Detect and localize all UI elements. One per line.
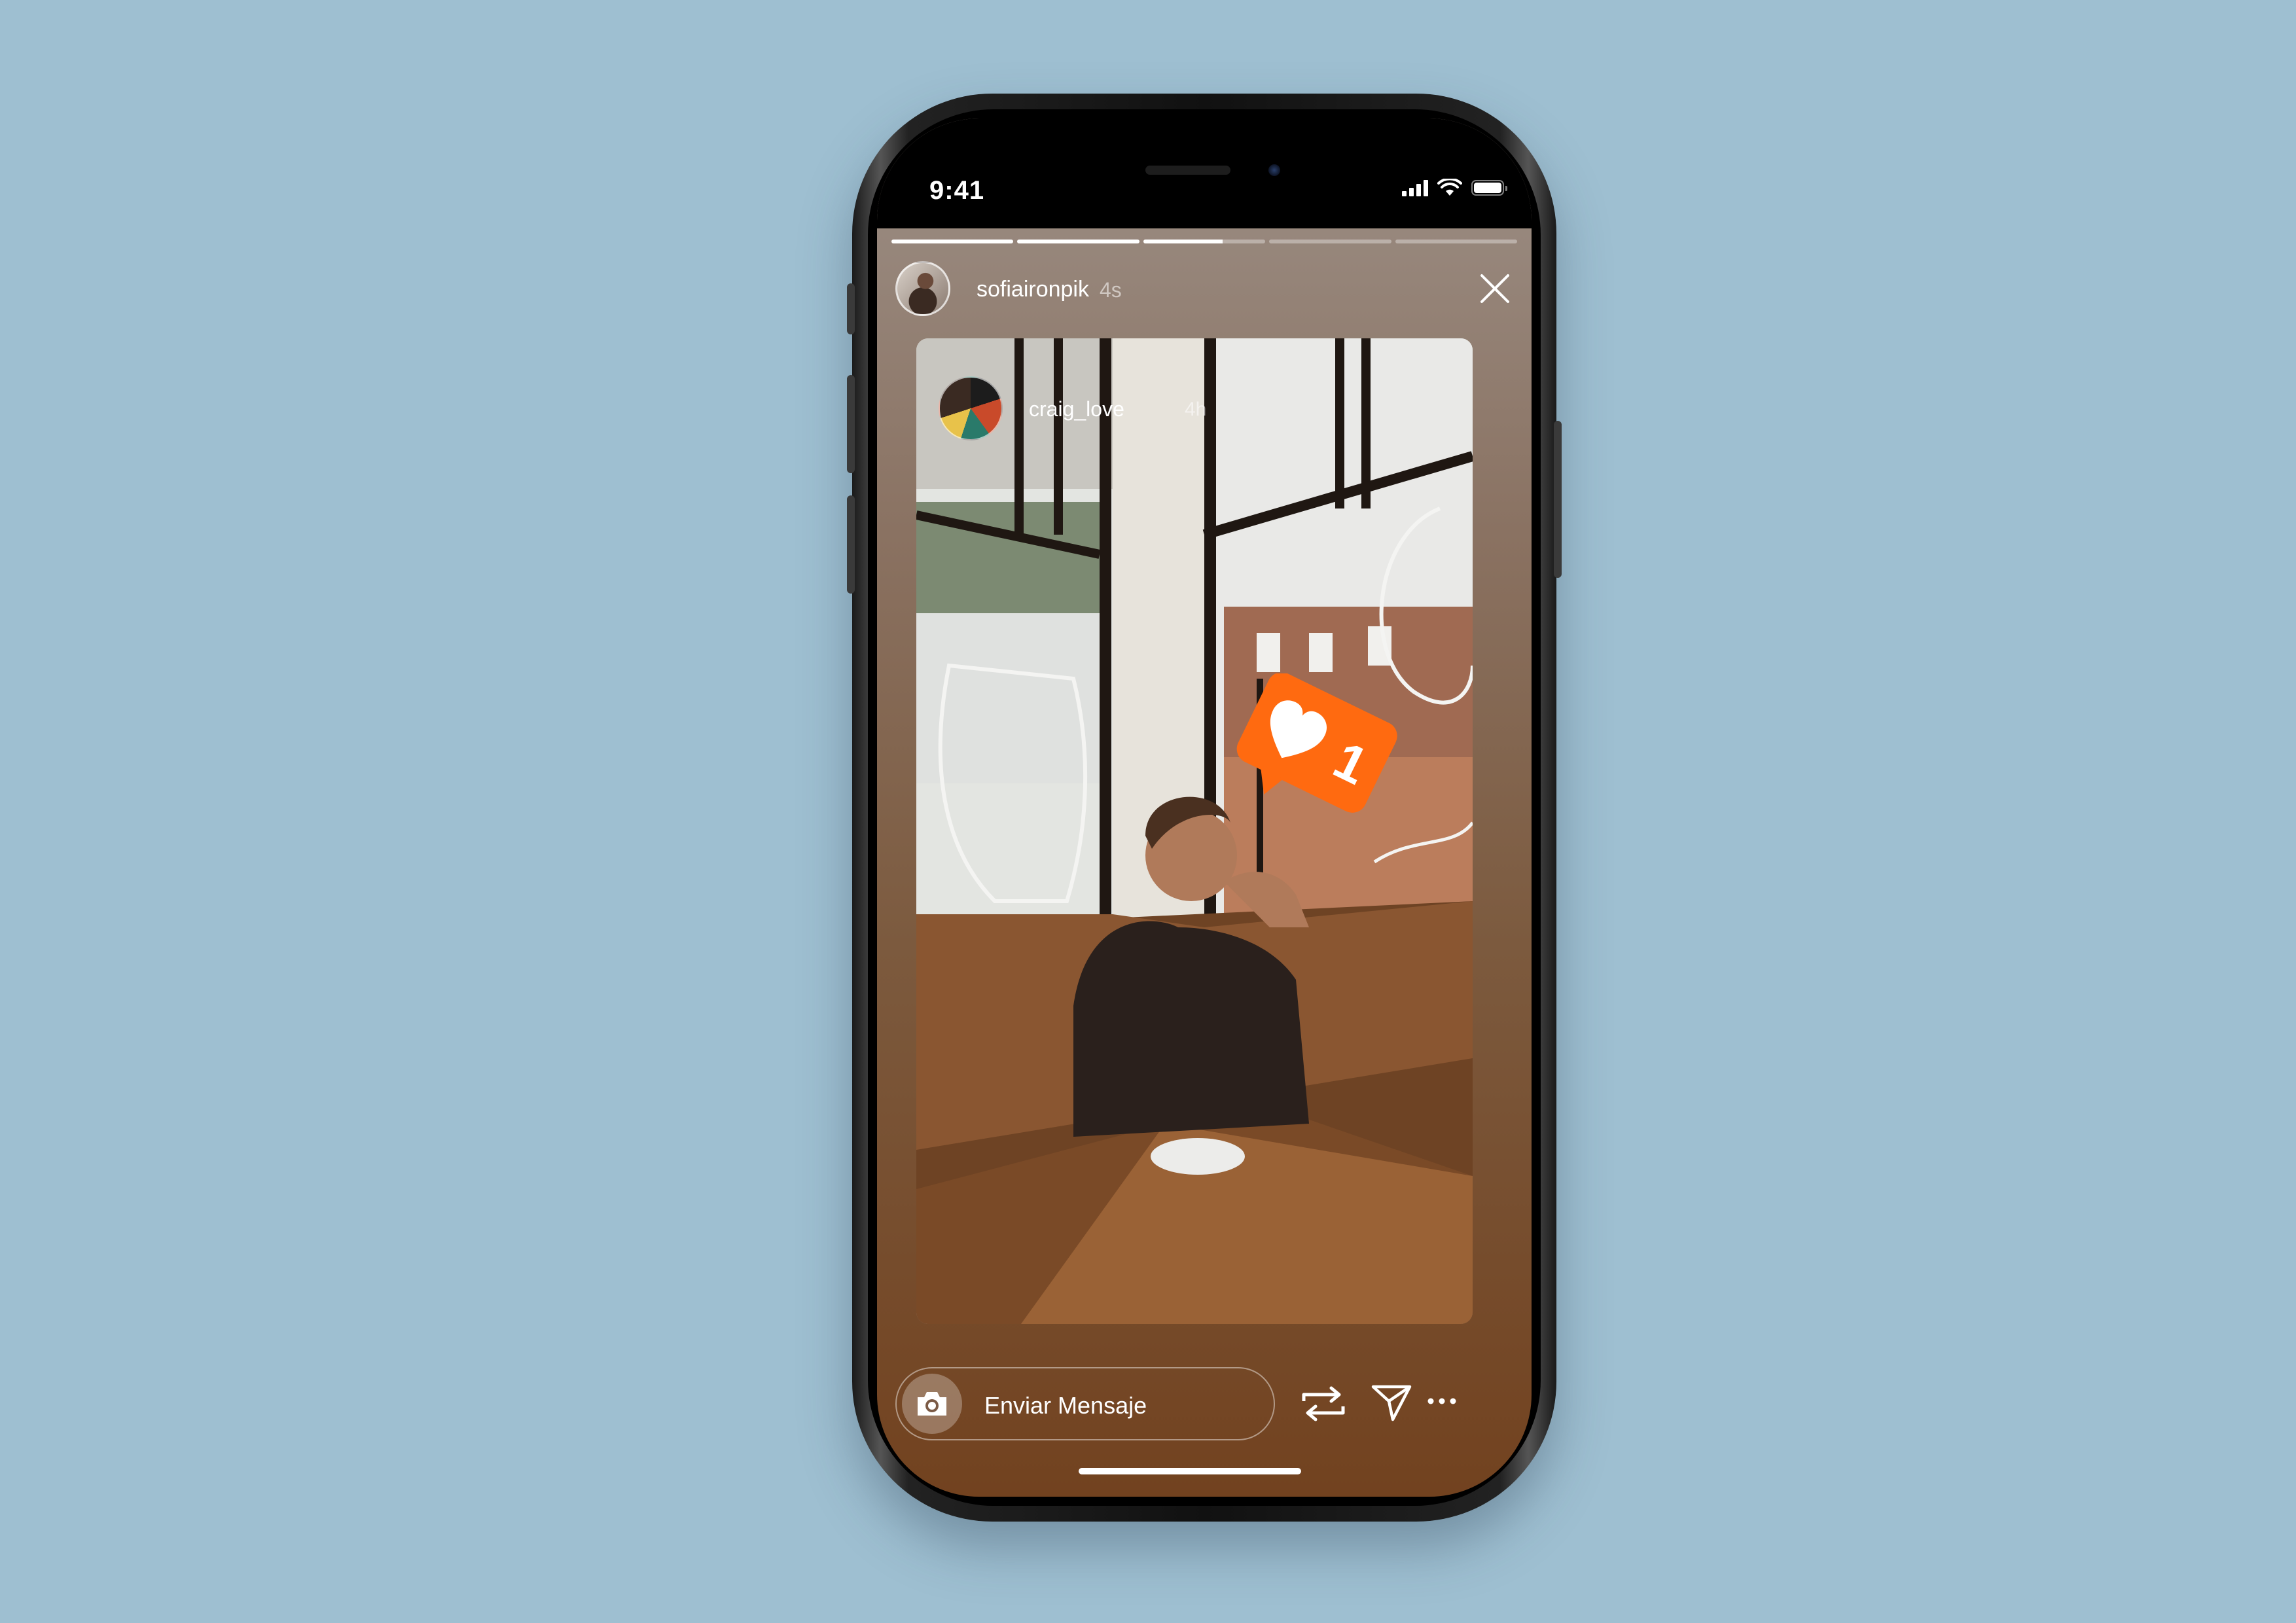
like-sticker[interactable]: 1 <box>1230 673 1401 824</box>
story-progress-segment <box>1395 240 1518 243</box>
battery-icon <box>1471 180 1507 196</box>
side-button-volume-down <box>847 495 855 594</box>
story-progress-segment <box>1017 240 1139 243</box>
side-button-power <box>1554 421 1562 578</box>
phone-mockup: 9:41 sofiaironpik 4s craig_love 4h 1 Env… <box>847 94 1562 1522</box>
notch-speaker <box>1145 166 1230 175</box>
story-progress-segment <box>1269 240 1391 243</box>
side-button-volume-up <box>847 375 855 473</box>
story-progress-fill <box>1143 240 1223 243</box>
story-reply-bar: Enviar Mensaje <box>895 1367 1513 1442</box>
front-camera <box>1268 164 1280 176</box>
send-icon[interactable] <box>1371 1382 1412 1423</box>
status-icons <box>1402 179 1507 197</box>
cellular-signal-icon <box>1402 179 1428 196</box>
post-elapsed-time: 4h <box>1185 399 1207 420</box>
story-progress-segment <box>1143 240 1266 243</box>
post-author-avatar[interactable] <box>939 376 1003 440</box>
camera-icon <box>918 1392 946 1416</box>
story-progress-segment <box>891 240 1014 243</box>
shared-post[interactable]: craig_love 4h 1 <box>916 338 1473 1324</box>
wifi-icon <box>1437 179 1462 196</box>
author-avatar[interactable] <box>895 261 950 316</box>
message-input[interactable]: Enviar Mensaje <box>895 1367 1275 1440</box>
story-header: sofiaironpik 4s <box>895 261 1513 319</box>
status-bar: 9:41 <box>877 118 1532 228</box>
side-button-silent <box>847 283 855 334</box>
status-time: 9:41 <box>929 176 985 205</box>
author-username[interactable]: sofiaironpik <box>977 277 1089 302</box>
phone-screen: 9:41 sofiaironpik 4s craig_love 4h 1 Env… <box>877 118 1532 1497</box>
more-icon[interactable] <box>1426 1393 1458 1409</box>
story-progress-fill <box>1017 240 1139 243</box>
story-progress-bar <box>891 240 1518 243</box>
post-photo <box>916 338 1473 1324</box>
post-author-username[interactable]: craig_love <box>1029 397 1124 421</box>
camera-button[interactable] <box>902 1374 962 1434</box>
message-placeholder: Enviar Mensaje <box>984 1392 1147 1419</box>
repost-icon[interactable] <box>1299 1383 1348 1425</box>
story-elapsed-time: 4s <box>1100 278 1122 302</box>
story-progress-fill <box>891 240 1014 243</box>
close-icon[interactable] <box>1477 270 1513 307</box>
home-indicator[interactable] <box>1079 1468 1301 1474</box>
